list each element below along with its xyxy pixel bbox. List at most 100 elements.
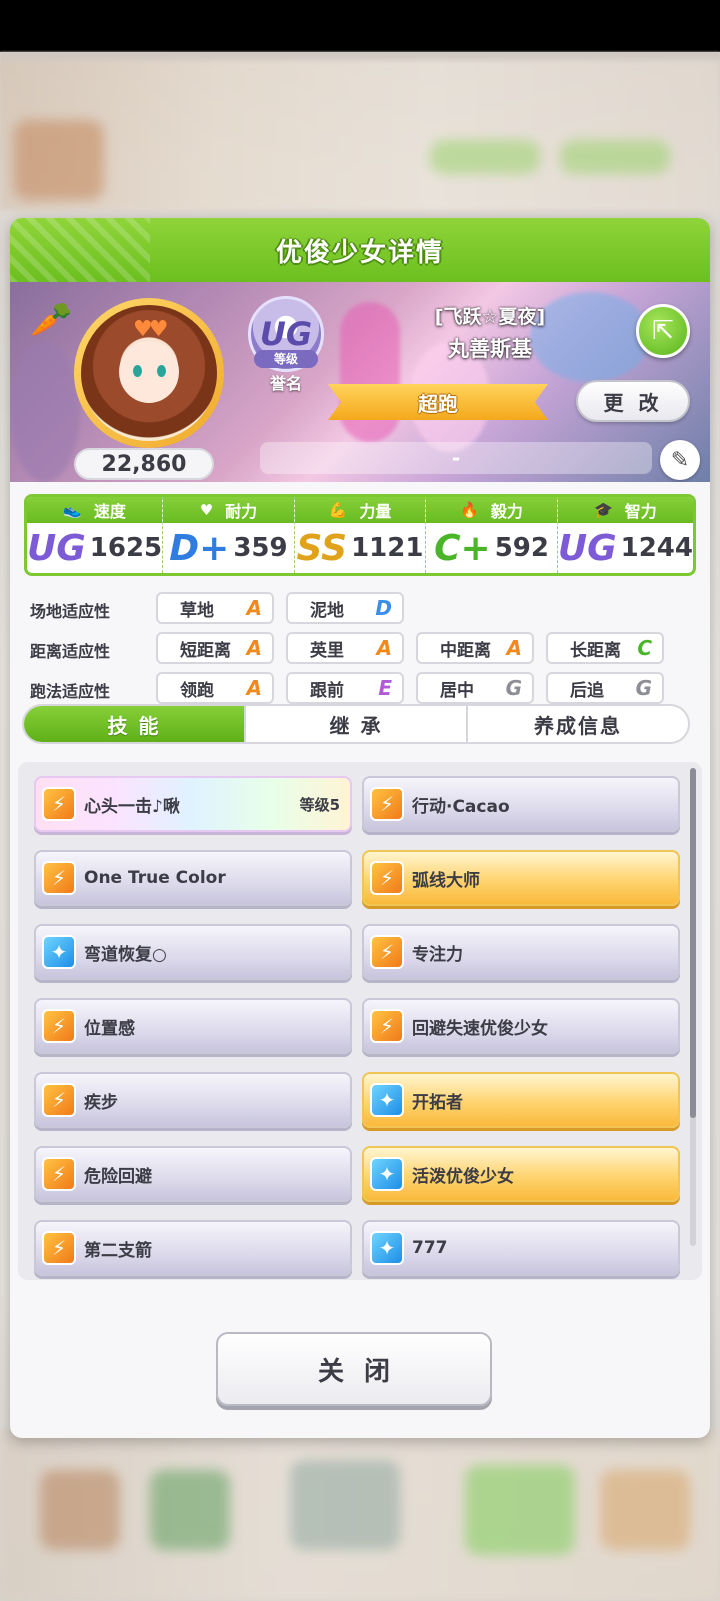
aptitude-pace: 跟前 E — [286, 672, 404, 704]
scrollbar[interactable] — [690, 768, 696, 1246]
skill-name: 弯道恢复○ — [84, 944, 167, 965]
aptitude-turf: 草地 A — [156, 592, 274, 624]
flame-icon: 🔥 — [460, 501, 479, 519]
skill-tile[interactable]: ✦ 活泼优俊少女 — [362, 1146, 680, 1202]
sparkle-skill-icon: ✦ — [370, 1083, 404, 1117]
aptitude-section: 场地适应性 距离适应性 跑法适应性 草地 A 泥地 D 短距离 A 英里 A 中距离 A … — [10, 582, 710, 722]
aptitude-sprint: 短距离 A — [156, 632, 274, 664]
character-name-block: [飞跃☆夏夜] 丸善斯基 — [390, 302, 590, 363]
speed-skill-icon: ⚡ — [42, 1157, 76, 1191]
skill-tile[interactable]: ⚡ 心头一击♪啾 等级5 — [34, 776, 352, 832]
sparkle-skill-icon: ✦ — [370, 1231, 404, 1265]
heart-glasses-icon: ♥♥ — [133, 317, 169, 342]
stat-value: 1244 — [620, 533, 693, 563]
skill-tile[interactable]: ✦ 开拓者 — [362, 1072, 680, 1128]
speed-skill-icon: ⚡ — [370, 787, 404, 821]
pencil-icon: ✎ — [670, 447, 690, 473]
stat-grade: UG — [27, 527, 86, 569]
field-aptitude-label: 场地适应性 — [30, 602, 111, 621]
running-style-ribbon: 超跑 — [328, 384, 548, 420]
background-nav-icon — [290, 1460, 400, 1550]
skill-name: 疾步 — [84, 1092, 118, 1113]
graduation-cap-icon: 🎓 — [594, 501, 613, 519]
skill-name: 弧线大师 — [412, 870, 480, 891]
heart-icon: ♥ — [199, 501, 214, 519]
skill-tile[interactable]: ✦ 弯道恢复○ — [34, 924, 352, 980]
background-nav-icon — [465, 1465, 575, 1555]
stat-guts: 🔥 毅力 C+ 592 — [426, 497, 558, 573]
skill-level: 等级5 — [299, 795, 340, 814]
speed-skill-icon: ⚡ — [370, 1009, 404, 1043]
skill-tile[interactable]: ✦ 777 — [362, 1220, 680, 1276]
skill-name: 专注力 — [412, 944, 463, 965]
distance-aptitude-label: 距离适应性 — [30, 642, 111, 661]
speed-skill-icon: ⚡ — [42, 1231, 76, 1265]
skills-list[interactable]: ⚡ 心头一击♪啾 等级5 ⚡ 行动·Cacao ⚡ One True Color ⚡ 弧线大师 ✦… — [18, 762, 702, 1280]
skill-name: 心头一击♪啾 — [84, 796, 180, 817]
aptitude-dirt: 泥地 D — [286, 592, 404, 624]
skill-name: 位置感 — [84, 1018, 135, 1039]
change-button[interactable]: 更 改 — [576, 380, 690, 422]
skill-name: 777 — [412, 1238, 448, 1258]
skill-tile[interactable]: ⚡ 位置感 — [34, 998, 352, 1054]
aptitude-mile: 英里 A — [286, 632, 404, 664]
speed-skill-icon: ⚡ — [42, 861, 76, 895]
share-icon: ⇱ — [652, 316, 674, 346]
tab-skills[interactable]: 技 能 — [24, 706, 246, 742]
profile-banner: 🥕 ♥♥ 22,860 UG 等级 誉名 [飞跃☆夏夜] 丸善斯基 ⇱ 超跑 更… — [10, 282, 710, 482]
umamusume-detail-dialog: 优俊少女详情 🥕 ♥♥ 22,860 UG 等级 誉名 [飞跃☆夏夜] 丸善斯基… — [10, 218, 710, 1438]
dialog-title: 优俊少女详情 — [275, 237, 444, 268]
background-nav-icon — [600, 1470, 690, 1550]
trainer-name-bar: - — [260, 442, 652, 474]
background-home-header — [0, 60, 720, 210]
background-avatar-blur — [14, 120, 104, 200]
sparkle-skill-icon: ✦ — [42, 935, 76, 969]
sparkle-skill-icon: ✦ — [370, 1157, 404, 1191]
carrot-icon: 🥕 — [30, 300, 73, 340]
character-title: [飞跃☆夏夜] — [434, 306, 546, 328]
share-button[interactable]: ⇱ — [636, 304, 690, 358]
stat-grade: D+ — [169, 527, 230, 569]
aptitude-end: 后追 G — [546, 672, 664, 704]
speed-skill-icon: ⚡ — [42, 787, 76, 821]
skill-name: 开拓者 — [412, 1092, 463, 1113]
status-bar — [0, 0, 720, 52]
stat-stamina: ♥ 耐力 D+ 359 — [163, 497, 295, 573]
skill-tile[interactable]: ⚡ 第二支箭 — [34, 1220, 352, 1276]
aptitude-late: 居中 G — [416, 672, 534, 704]
skill-tile[interactable]: ⚡ 弧线大师 — [362, 850, 680, 906]
stat-value: 592 — [494, 533, 549, 563]
skill-name: 回避失速优俊少女 — [412, 1018, 548, 1039]
background-button-blur — [430, 140, 540, 174]
character-portrait[interactable]: ♥♥ — [74, 298, 224, 448]
style-aptitude-label: 跑法适应性 — [30, 682, 111, 701]
dialog-header: 优俊少女详情 — [10, 218, 710, 282]
skill-name: One True Color — [84, 868, 226, 888]
skill-tile[interactable]: ⚡ One True Color — [34, 850, 352, 906]
rank-label: 等级 — [254, 350, 318, 368]
skill-name: 危险回避 — [84, 1166, 152, 1187]
aptitude-long: 长距离 C — [546, 632, 664, 664]
stat-speed: 👟 速度 UG 1625 — [27, 497, 164, 573]
speed-skill-icon: ⚡ — [370, 861, 404, 895]
stat-wisdom: 🎓 智力 UG 1244 — [557, 497, 693, 573]
stat-value: 1625 — [89, 533, 163, 563]
skill-tile[interactable]: ⚡ 危险回避 — [34, 1146, 352, 1202]
character-name: 丸善斯基 — [448, 337, 532, 361]
tab-training-info[interactable]: 养成信息 — [468, 706, 688, 742]
background-nav-icon — [40, 1470, 120, 1550]
skill-name: 行动·Cacao — [412, 796, 510, 817]
scrollbar-thumb[interactable] — [690, 768, 696, 1118]
edit-button[interactable]: ✎ — [660, 440, 700, 480]
skill-name: 活泼优俊少女 — [412, 1166, 514, 1187]
skill-tile[interactable]: ⚡ 行动·Cacao — [362, 776, 680, 832]
skill-tile[interactable]: ⚡ 专注力 — [362, 924, 680, 980]
aptitude-medium: 中距离 A — [416, 632, 534, 664]
tab-inheritance[interactable]: 继 承 — [246, 706, 468, 742]
skill-tile[interactable]: ⚡ 疾步 — [34, 1072, 352, 1128]
background-nav-icon — [150, 1470, 230, 1550]
close-button[interactable]: 关闭 — [216, 1332, 492, 1406]
skill-tile[interactable]: ⚡ 回避失速优俊少女 — [362, 998, 680, 1054]
character-avatar: ♥♥ — [81, 305, 217, 441]
stat-power: 💪 力量 SS 1121 — [294, 497, 427, 573]
